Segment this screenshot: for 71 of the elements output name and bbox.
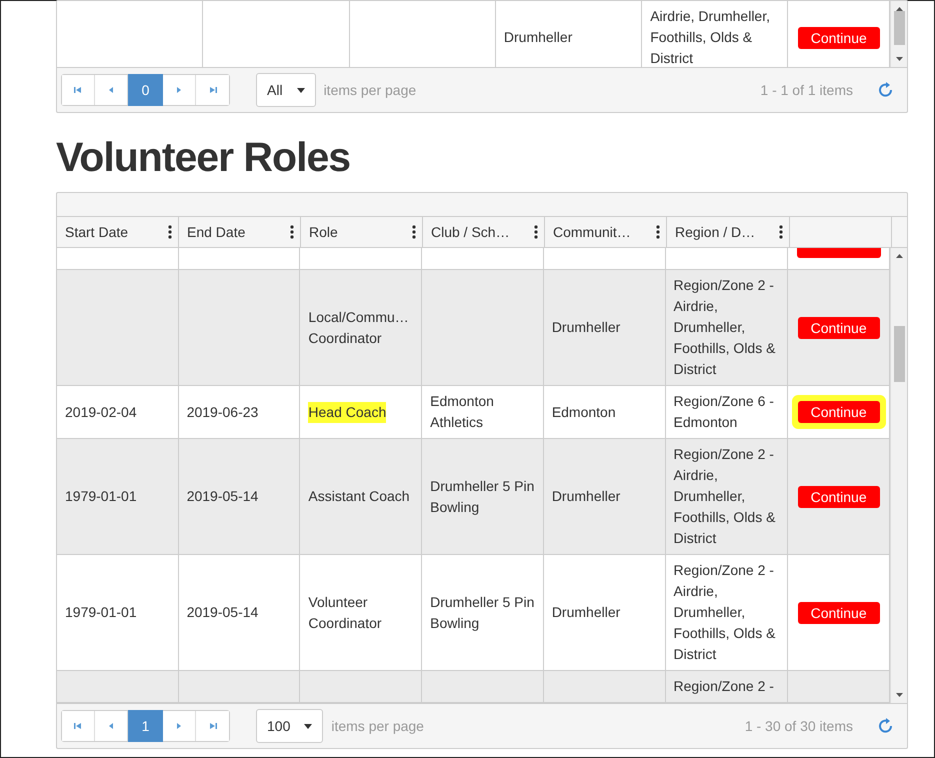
table-cell: Region/Zone 2 - — [666, 671, 788, 702]
kebab-menu-icon[interactable] — [656, 225, 660, 240]
page-size-label: items per page — [324, 80, 416, 100]
refresh-button[interactable] — [879, 82, 895, 98]
column-header[interactable]: Start Date — [57, 217, 179, 248]
pager-info: 1 - 30 of 30 items — [744, 716, 853, 736]
last-page-icon[interactable] — [208, 86, 216, 94]
caret-icon — [304, 724, 312, 729]
table-cell: 1979-01-01 — [57, 555, 179, 670]
next-page-icon[interactable] — [175, 86, 183, 94]
scroll-down-icon[interactable] — [896, 693, 902, 698]
table-cell: Region/Zone 2 - Airdrie, Drumheller, Foothills, Olds & District — [666, 270, 788, 386]
role-text: Local/Commu… Coordinator — [308, 308, 410, 348]
page-size-dropdown[interactable]: All — [256, 73, 316, 107]
highlighted-text: Head Coach — [308, 402, 386, 423]
column-header[interactable]: Communit… — [545, 217, 667, 248]
first-page-button[interactable] — [62, 75, 95, 105]
refresh-button[interactable] — [879, 718, 895, 734]
table-cell: Drumheller — [544, 555, 666, 670]
scroll-down-icon[interactable] — [896, 57, 902, 61]
continue-button[interactable]: Continue — [798, 401, 880, 424]
table-cell: 2019-05-14 — [178, 555, 300, 670]
scrollbar-thumb[interactable] — [894, 326, 904, 382]
role-text: Volunteer Coordinator — [308, 592, 383, 633]
table-cell: Edmonton Athletics — [422, 386, 544, 438]
table-cell: Region/Zone 2 - Airdrie, Drumheller, Foothills, Olds & District — [666, 439, 788, 554]
last-page-icon[interactable] — [208, 722, 216, 730]
first-page-icon[interactable] — [74, 86, 82, 94]
kebab-menu-icon[interactable] — [779, 225, 783, 240]
previous-page-icon[interactable] — [107, 86, 115, 94]
continue-button[interactable]: Continue — [798, 316, 880, 339]
kebab-menu-icon[interactable] — [290, 225, 294, 240]
role-text: Assistant Coach — [308, 487, 410, 506]
page-size-dropdown[interactable]: 100 — [256, 709, 324, 744]
first-page-button[interactable] — [62, 711, 95, 742]
page-size-label: items per page — [331, 716, 424, 736]
next-page-icon[interactable] — [175, 722, 183, 730]
table-cell: 1979-01-01 — [57, 439, 179, 554]
column-header[interactable]: Region / D… — [667, 217, 790, 248]
scrollbar[interactable] — [890, 1, 907, 67]
kebab-menu-icon[interactable] — [534, 225, 538, 240]
column-header[interactable]: Club / Sch… — [423, 217, 545, 248]
pager-info: 1 - 1 of 1 items — [760, 80, 853, 100]
scroll-up-icon[interactable] — [896, 254, 902, 258]
table-cell: Edmonton — [544, 386, 666, 438]
table-cell: Airdrie, Drumheller, Foothills, Olds & District — [642, 1, 788, 67]
table-cell: Drumheller — [544, 270, 666, 386]
kebab-menu-icon[interactable] — [168, 225, 172, 240]
table-cell: Region/Zone 2 - Airdrie, Drumheller, Foothills, Olds & District — [666, 555, 788, 670]
page-heading: Volunteer Roles — [56, 135, 352, 180]
kebab-menu-icon[interactable] — [412, 225, 416, 240]
caret-icon — [296, 88, 305, 92]
column-header[interactable]: End Date — [179, 217, 301, 248]
scrollbar-thumb[interactable] — [894, 11, 904, 45]
table-cell: Drumheller — [544, 439, 666, 554]
page-button[interactable]: 1 — [128, 710, 163, 742]
table-cell: Region/Zone 6 - Edmonton — [666, 386, 788, 438]
previous-page-icon[interactable] — [107, 722, 115, 730]
table-cell: 2019-05-14 — [178, 439, 300, 554]
table-cell: Drumheller 5 Pin Bowling — [422, 439, 544, 554]
continue-button[interactable]: Continue — [798, 486, 880, 508]
continue-button[interactable]: Continue — [798, 26, 880, 48]
table-cell: Drumheller — [496, 1, 642, 67]
column-header[interactable]: Role — [301, 217, 423, 248]
continue-button[interactable]: Continue — [798, 602, 880, 624]
first-page-icon[interactable] — [74, 722, 82, 730]
table-cell: Drumheller 5 Pin Bowling — [422, 555, 544, 670]
table-cell: 2019-02-04 — [57, 386, 179, 438]
scrollbar[interactable] — [890, 248, 907, 704]
page-button[interactable]: 0 — [128, 74, 163, 106]
table-cell: 2019-06-23 — [178, 386, 300, 438]
